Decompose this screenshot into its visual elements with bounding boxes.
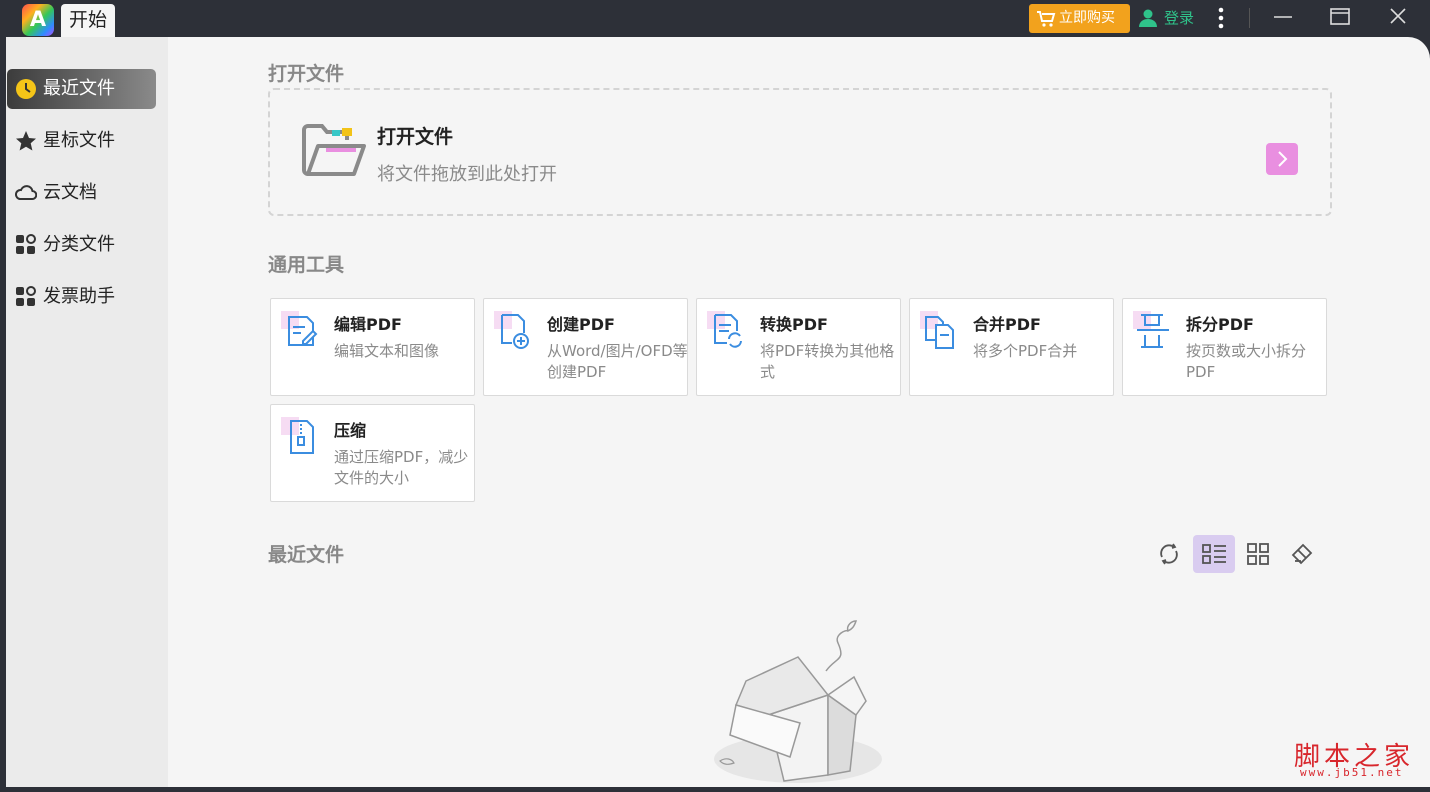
clock-icon (16, 79, 36, 99)
login-label: 登录 (1164, 9, 1195, 27)
tool-description: 将多个PDF合并 (973, 342, 1078, 360)
open-section-title: 打开文件 (268, 63, 345, 85)
sidebar-item-label: 星标文件 (43, 130, 115, 151)
tool-name: 拆分PDF (1186, 315, 1254, 334)
main-panel: 打开文件 打开文件 将文件拖放到此处打开 通用工具 编辑PDF 编辑文本和图像 … (168, 37, 1430, 787)
merge-pdf-icon (920, 311, 954, 349)
refresh-button[interactable] (1148, 535, 1190, 573)
tool-description: 按页数或大小拆分PDF (1186, 342, 1307, 381)
invoice-icon (16, 286, 36, 306)
close-icon[interactable] (1383, 4, 1413, 30)
app-logo-icon: A (22, 4, 54, 36)
sidebar-item-starred[interactable]: 星标文件 (7, 121, 156, 161)
sidebar-item-recent[interactable]: 最近文件 (7, 69, 156, 109)
category-icon (16, 234, 36, 254)
sidebar-item-invoice[interactable]: 发票助手 (7, 277, 156, 317)
file-drop-zone[interactable]: 打开文件 将文件拖放到此处打开 (268, 88, 1332, 216)
open-file-arrow-button[interactable] (1266, 143, 1298, 175)
watermark-url: www.jb51.net (1300, 766, 1404, 779)
more-menu-icon[interactable] (1213, 6, 1229, 32)
tool-card-edit-pdf[interactable]: 编辑PDF 编辑文本和图像 (270, 298, 475, 396)
compress-icon (281, 417, 314, 454)
tool-description: 将PDF转换为其他格式 (760, 342, 895, 381)
app-logo-letter: A (29, 7, 47, 31)
cloud-icon (15, 185, 37, 200)
title-bar-divider (1249, 8, 1250, 28)
chevron-right-icon (1278, 151, 1288, 167)
buy-now-button[interactable]: 立即购买 (1029, 4, 1130, 33)
tools-section-title: 通用工具 (268, 254, 345, 276)
minimize-icon[interactable] (1268, 4, 1298, 30)
login-button[interactable]: 登录 (1138, 6, 1194, 32)
tool-name: 转换PDF (760, 315, 828, 334)
sidebar: 最近文件 星标文件 云文档 分类文件 发票助手 (6, 37, 168, 787)
tool-description: 从Word/图片/OFD等创建PDF (547, 342, 688, 381)
sidebar-item-label: 云文档 (43, 182, 97, 203)
split-pdf-icon (1133, 311, 1169, 348)
edit-pdf-icon (281, 311, 318, 346)
recent-section-title: 最近文件 (268, 544, 345, 566)
create-pdf-icon (494, 311, 529, 349)
tool-card-create-pdf[interactable]: 创建PDF 从Word/图片/OFD等创建PDF (483, 298, 688, 396)
empty-box-illustration (714, 620, 882, 783)
title-bar: A 开始 立即购买 登录 (0, 0, 1430, 37)
tool-card-compress[interactable]: 压缩 通过压缩PDF，减少文件的大小 (270, 404, 475, 502)
tool-card-convert-pdf[interactable]: 转换PDF 将PDF转换为其他格式 (696, 298, 901, 396)
sidebar-item-category[interactable]: 分类文件 (7, 225, 156, 265)
sidebar-item-label: 最近文件 (43, 78, 115, 99)
tool-description: 编辑文本和图像 (334, 342, 440, 360)
buy-now-label: 立即购买 (1059, 10, 1115, 26)
tool-description: 通过压缩PDF，减少文件的大小 (334, 448, 469, 487)
maximize-icon[interactable] (1325, 4, 1355, 30)
grid-view-icon (1247, 543, 1269, 565)
clear-icon (1291, 543, 1313, 565)
tool-name: 压缩 (334, 421, 367, 440)
sidebar-item-label: 分类文件 (43, 234, 115, 255)
sidebar-item-cloud[interactable]: 云文档 (7, 173, 156, 213)
tab-start[interactable]: 开始 (61, 4, 115, 37)
star-icon (16, 131, 36, 151)
grid-view-button[interactable] (1237, 535, 1279, 573)
tool-name: 编辑PDF (334, 315, 402, 334)
bottom-border (0, 787, 1430, 792)
user-icon (1139, 9, 1157, 27)
list-view-button[interactable] (1193, 535, 1235, 573)
tool-name: 合并PDF (973, 315, 1041, 334)
tool-name: 创建PDF (547, 315, 615, 334)
folder-open-icon (302, 124, 366, 176)
cart-icon (1037, 11, 1056, 27)
sidebar-item-label: 发票助手 (43, 286, 115, 307)
tool-card-split-pdf[interactable]: 拆分PDF 按页数或大小拆分PDF (1122, 298, 1327, 396)
refresh-icon (1160, 543, 1178, 565)
drop-zone-title: 打开文件 (377, 126, 454, 148)
clear-button[interactable] (1281, 535, 1323, 573)
list-view-icon (1202, 544, 1226, 564)
tool-card-merge-pdf[interactable]: 合并PDF 将多个PDF合并 (909, 298, 1114, 396)
convert-pdf-icon (707, 311, 742, 348)
drop-zone-subtitle: 将文件拖放到此处打开 (377, 164, 557, 185)
